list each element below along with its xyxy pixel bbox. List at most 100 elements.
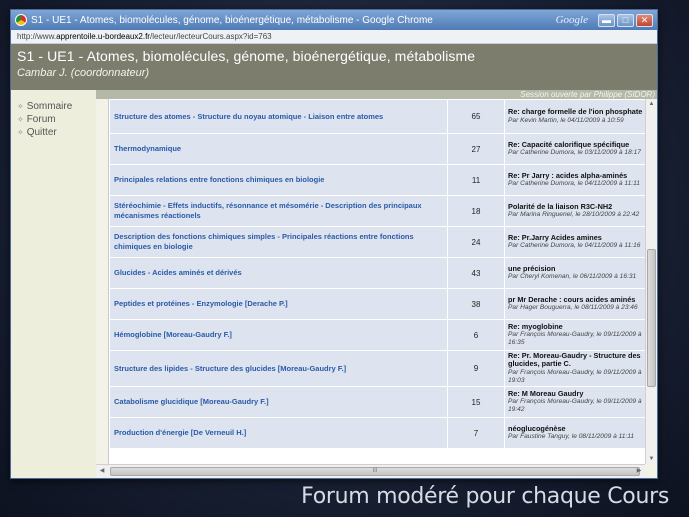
topic-link[interactable]: Thermodynamique [109, 133, 448, 165]
forum-table: Structure des atomes - Structure du noya… [109, 99, 646, 450]
table-row: Stéréochimie - Effets inductifs, résonna… [109, 195, 646, 227]
last-message-meta: Par Hager Bouguerra, le 08/11/2009 à 23:… [508, 304, 638, 311]
vertical-scrollbar[interactable]: ▲ ▼ [645, 99, 657, 464]
last-message[interactable]: Re: myoglobine Par François Moreau-Gaudry… [504, 319, 646, 351]
slide-caption: Forum modéré pour chaque Cours [301, 484, 669, 509]
course-title: S1 - UE1 - Atomes, biomolécules, génome,… [17, 48, 476, 64]
message-count: 65 [447, 99, 505, 134]
topic-link[interactable]: Description des fonctions chimiques simp… [109, 226, 448, 258]
table-row: Principales relations entre fonctions ch… [109, 164, 646, 196]
horizontal-scrollbar-thumb[interactable]: III [110, 467, 640, 476]
bullet-icon: ✧ [17, 102, 24, 111]
table-row: Structure des lipides - Structure des gl… [109, 349, 646, 388]
table-row: Hémoglobine [Moreau-Gaudry F.] 6 Re: myo… [109, 319, 646, 351]
table-row: Description des fonctions chimiques simp… [109, 226, 646, 258]
last-message[interactable]: Re: charge formelle de l'ion phosphate Pa… [504, 99, 646, 134]
scroll-down-arrow-icon[interactable]: ▼ [646, 454, 657, 464]
last-message[interactable]: Polarité de la liaison R3C-NH2 Par Marina… [504, 195, 646, 227]
last-message-title: Re: Capacité calorifique spécifique [508, 139, 630, 149]
nav-item-sommaire[interactable]: ✧ Sommaire [11, 100, 96, 113]
nav-label: Quitter [26, 127, 57, 138]
topic-link[interactable]: Glucides - Acides aminés et dérivés [109, 257, 448, 289]
last-message[interactable]: pr Mr Derache : cours acides aminés Par H… [504, 288, 646, 320]
table-row: Thermodynamique 27 Re: Capacité calorifi… [109, 133, 646, 165]
window-title: S1 - UE1 - Atomes, biomolécules, génome,… [31, 14, 433, 26]
last-message-meta: Par François Moreau-Gaudry, le 09/11/200… [508, 398, 642, 414]
nav-label: Sommaire [26, 101, 73, 112]
horizontal-scrollbar[interactable]: ◀ III ▶ [96, 464, 645, 478]
last-message[interactable]: Re: Pr Jarry : acides alpha-aminés Par Ca… [504, 164, 646, 196]
browser-window: S1 - UE1 - Atomes, biomolécules, génome,… [10, 9, 658, 479]
last-message[interactable]: Re: Capacité calorifique spécifique Par C… [504, 133, 646, 165]
last-message-meta: Par Kevin Martin, le 04/11/2009 à 10:59 [508, 116, 624, 124]
google-label: Google [555, 14, 588, 26]
scroll-left-arrow-icon[interactable]: ◀ [96, 465, 108, 478]
topic-link[interactable]: Hémoglobine [Moreau-Gaudry F.] [109, 319, 448, 351]
content-area: Session ouverte par Philippe (SIDOR) Str… [96, 90, 657, 478]
last-message[interactable]: Re: Pr.Jarry Acides amines Par Catherine … [504, 226, 646, 258]
last-message-title: Re: charge formelle de l'ion phosphate [508, 107, 643, 117]
app-body: ✧ Sommaire ✧ Forum ✧ Quitter Session ouvert… [11, 90, 657, 478]
topic-link[interactable]: Principales relations entre fonctions ch… [109, 164, 448, 196]
last-message-title: Re: myoglobine [508, 321, 563, 331]
address-bar[interactable]: http://www.apprentoile.u-bordeaux2.fr/le… [11, 30, 657, 44]
topic-link[interactable]: Production d'énergie [De Verneuil H.] [109, 417, 448, 450]
url-path: /lecteur/lecteurCours.aspx?id=763 [149, 32, 272, 41]
close-button[interactable]: ✕ [636, 13, 653, 27]
scroll-right-arrow-icon[interactable]: ▶ [633, 465, 645, 478]
topic-link[interactable]: Peptides et protéines - Enzymologie [Der… [109, 288, 448, 320]
course-coordinator: Cambar J. (coordonnateur) [17, 67, 150, 79]
scroll-up-arrow-icon[interactable]: ▲ [646, 99, 657, 109]
last-message-meta: Par François Moreau-Gaudry, le 09/11/200… [508, 368, 642, 384]
table-row: Peptides et protéines - Enzymologie [Der… [109, 288, 646, 320]
last-message-meta: Par Catherine Dumora, le 03/11/2009 à 18… [508, 149, 641, 156]
message-count: 43 [447, 257, 505, 289]
nav-item-quitter[interactable]: ✧ Quitter [11, 126, 96, 139]
table-row: Structure des atomes - Structure du noya… [109, 99, 646, 134]
last-message-meta: Par Catherine Dumora, le 04/11/2009 à 11… [508, 242, 641, 249]
message-count: 6 [447, 319, 505, 351]
url-scheme: http://www. [17, 32, 57, 41]
last-message[interactable]: Re: M Moreau Gaudry Par François Moreau-G… [504, 386, 646, 419]
table-row: Production d'énergie [De Verneuil H.] 7 … [109, 417, 646, 450]
url-host: apprentoile.u-bordeaux2.fr [56, 32, 150, 41]
chrome-logo-icon [15, 14, 27, 26]
bullet-icon: ✧ [17, 115, 24, 124]
last-message-title: une précision [508, 263, 556, 273]
maximize-button[interactable]: □ [617, 13, 634, 27]
forum-table-viewport: Structure des atomes - Structure du noya… [108, 99, 646, 464]
table-row: Glucides - Acides aminés et dérivés 43 u… [109, 257, 646, 289]
side-nav: ✧ Sommaire ✧ Forum ✧ Quitter [11, 90, 96, 478]
table-row: Catabolisme glucidique [Moreau-Gaudry F.… [109, 386, 646, 419]
last-message[interactable]: Re: Pr. Moreau-Gaudry - Structure des gl… [504, 349, 646, 388]
last-message-meta: Par François Moreau-Gaudry, le 09/11/200… [508, 330, 642, 347]
message-count: 24 [447, 226, 505, 258]
message-count: 27 [447, 133, 505, 165]
last-message-meta: Par Marina Ringuenel, le 28/10/2009 à 22… [508, 211, 640, 218]
last-message-title: pr Mr Derache : cours acides aminés [508, 294, 636, 304]
scrollbar-thumb[interactable] [647, 249, 656, 387]
last-message-title: Re: M Moreau Gaudry [508, 388, 584, 398]
last-message-meta: Par Catherine Dumora, le 04/11/2009 à 11… [508, 180, 640, 187]
last-message-title: Polarité de la liaison R3C-NH2 [508, 201, 613, 211]
last-message[interactable]: néoglucogénèse Par Faustine Tanguy, le 08… [504, 417, 646, 450]
session-info: Session ouverte par Philippe (SIDOR) [96, 90, 657, 99]
last-message[interactable]: une précision Par Cheryl Komenan, le 06/1… [504, 257, 646, 289]
last-message-title: Re: Pr Jarry : acides alpha-aminés [508, 170, 628, 180]
nav-item-forum[interactable]: ✧ Forum [11, 113, 96, 126]
message-count: 38 [447, 288, 505, 320]
topic-link[interactable]: Catabolisme glucidique [Moreau-Gaudry F.… [109, 386, 448, 419]
message-count: 11 [447, 164, 505, 196]
minimize-button[interactable]: ▬ [598, 13, 615, 27]
topic-link[interactable]: Stéréochimie - Effets inductifs, résonna… [109, 195, 448, 227]
last-message-title: Re: Pr. Moreau-Gaudry - Structure des gl… [508, 351, 641, 369]
topic-link[interactable]: Structure des lipides - Structure des gl… [109, 349, 448, 388]
course-header: S1 - UE1 - Atomes, biomolécules, génome,… [11, 44, 657, 90]
message-count: 9 [447, 349, 505, 388]
topic-link[interactable]: Structure des atomes - Structure du noya… [109, 99, 448, 134]
last-message-title: néoglucogénèse [508, 423, 566, 433]
message-count: 7 [447, 417, 505, 450]
bullet-icon: ✧ [17, 128, 24, 137]
message-count: 15 [447, 386, 505, 419]
last-message-meta: Par Cheryl Komenan, le 06/11/2009 à 16:3… [508, 273, 637, 280]
